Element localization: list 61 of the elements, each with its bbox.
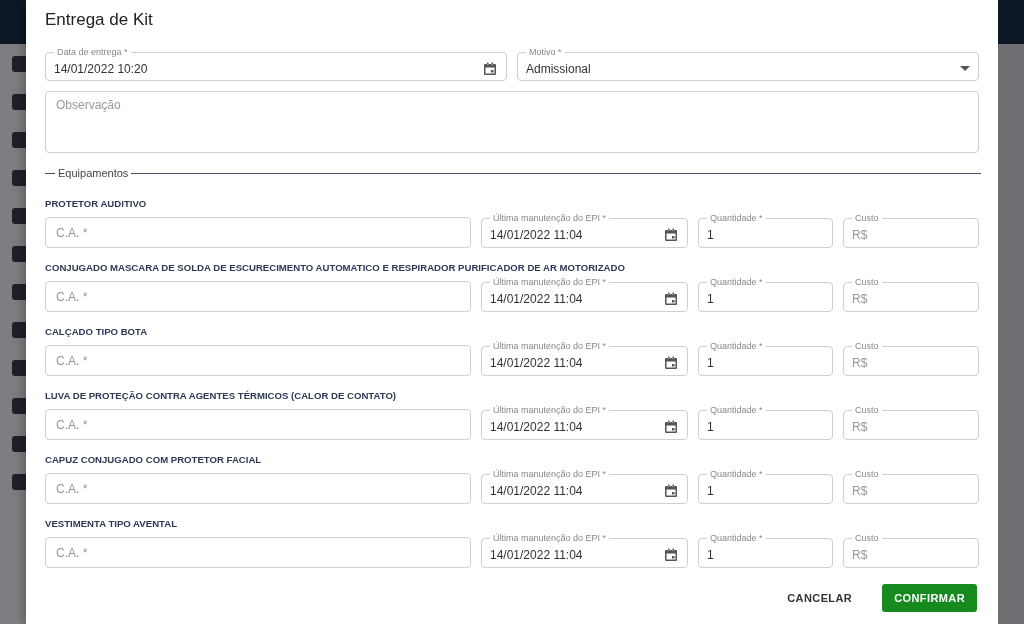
maintenance-date-field[interactable]: Última manutenção do EPI * 14/01/2022 11:04 <box>481 341 688 376</box>
quantity-field[interactable]: Quantidade * 1 <box>698 277 833 312</box>
cost-field[interactable]: Custo R$ <box>843 405 979 440</box>
maintenance-date-input[interactable]: 14/01/2022 11:04 <box>490 351 663 375</box>
cost-input[interactable]: R$ <box>852 287 970 311</box>
cost-field[interactable]: Custo R$ <box>843 341 979 376</box>
quantity-input[interactable]: 1 <box>707 415 824 439</box>
calendar-icon[interactable] <box>482 60 498 77</box>
reason-select[interactable]: Motivo * Admissional <box>517 47 979 81</box>
maintenance-date-input[interactable]: 14/01/2022 11:04 <box>490 543 663 567</box>
cost-input[interactable]: R$ <box>852 351 970 375</box>
maintenance-date-field[interactable]: Última manutenção do EPI * 14/01/2022 11:04 <box>481 405 688 440</box>
quantity-input[interactable]: 1 <box>707 287 824 311</box>
quantity-input[interactable]: 1 <box>707 351 824 375</box>
maintenance-date-field[interactable]: Última manutenção do EPI * 14/01/2022 11:04 <box>481 533 688 568</box>
cost-input[interactable]: R$ <box>852 415 970 439</box>
date-field[interactable]: Data de entrega * 14/01/2022 10:20 <box>45 47 507 81</box>
cost-input[interactable]: R$ <box>852 479 970 503</box>
quantity-field[interactable]: Quantidade * 1 <box>698 341 833 376</box>
cost-input[interactable]: R$ <box>852 543 970 567</box>
quantity-field[interactable]: Quantidade * 1 <box>698 405 833 440</box>
equipment-name: CONJUGADO MASCARA DE SOLDA DE ESCURECIMENTO AUTOMATICO E RESPIRADOR PURIFICADOR DE AR MOTORIZADO <box>45 261 626 275</box>
calendar-icon[interactable] <box>663 547 679 563</box>
quantity-input[interactable]: 1 <box>707 223 824 247</box>
maintenance-date-input[interactable]: 14/01/2022 11:04 <box>490 415 663 439</box>
notes-input[interactable]: Observação <box>56 98 968 146</box>
calendar-icon[interactable] <box>663 291 679 307</box>
equipment-name: PROTETOR AUDITIVO <box>45 197 148 211</box>
cost-field[interactable]: Custo R$ <box>843 469 979 504</box>
maintenance-date-field[interactable]: Última manutenção do EPI * 14/01/2022 11:04 <box>481 277 688 312</box>
header-bar <box>0 0 26 44</box>
dialog-title: Entrega de Kit <box>45 10 154 30</box>
cancel-button[interactable]: CANCELAR <box>775 584 865 612</box>
calendar-icon[interactable] <box>663 355 679 371</box>
equipment-name: LUVA DE PROTEÇÃO CONTRA AGENTES TÉRMICOS (CALOR DE CONTATO) <box>45 389 398 403</box>
cost-field[interactable]: Custo R$ <box>843 533 979 568</box>
caret-icon[interactable] <box>960 66 970 71</box>
maintenance-date-input[interactable]: 14/01/2022 11:04 <box>490 287 663 311</box>
maintenance-date-input[interactable]: 14/01/2022 11:04 <box>490 223 663 247</box>
quantity-field[interactable]: Quantidade * 1 <box>698 533 833 568</box>
reason-input[interactable]: Admissional <box>526 54 960 83</box>
section-title: Equipamentos <box>57 167 130 179</box>
quantity-input[interactable]: 1 <box>707 543 824 567</box>
equipment-name: CALÇADO TIPO BOTA <box>45 325 149 339</box>
maintenance-date-input[interactable]: 14/01/2022 11:04 <box>490 479 663 503</box>
cost-input[interactable]: R$ <box>852 223 970 247</box>
maintenance-date-field[interactable]: Última manutenção do EPI * 14/01/2022 11:04 <box>481 213 688 248</box>
equipment-name: VESTIMENTA TIPO AVENTAL <box>45 517 178 531</box>
quantity-field[interactable]: Quantidade * 1 <box>698 213 833 248</box>
calendar-icon[interactable] <box>663 227 679 243</box>
cost-field[interactable]: Custo R$ <box>843 277 979 312</box>
notes-field[interactable]: Observação <box>45 91 979 153</box>
quantity-input[interactable]: 1 <box>707 479 824 503</box>
confirm-button[interactable]: CONFIRMAR <box>882 584 977 612</box>
quantity-field[interactable]: Quantidade * 1 <box>698 469 833 504</box>
equipment-name: CAPUZ CONJUGADO COM PROTETOR FACIAL <box>45 453 263 467</box>
header-bar <box>998 0 1024 44</box>
calendar-icon[interactable] <box>663 483 679 499</box>
maintenance-date-field[interactable]: Última manutenção do EPI * 14/01/2022 11:04 <box>481 469 688 504</box>
cost-field[interactable]: Custo R$ <box>843 213 979 248</box>
calendar-icon[interactable] <box>663 419 679 435</box>
